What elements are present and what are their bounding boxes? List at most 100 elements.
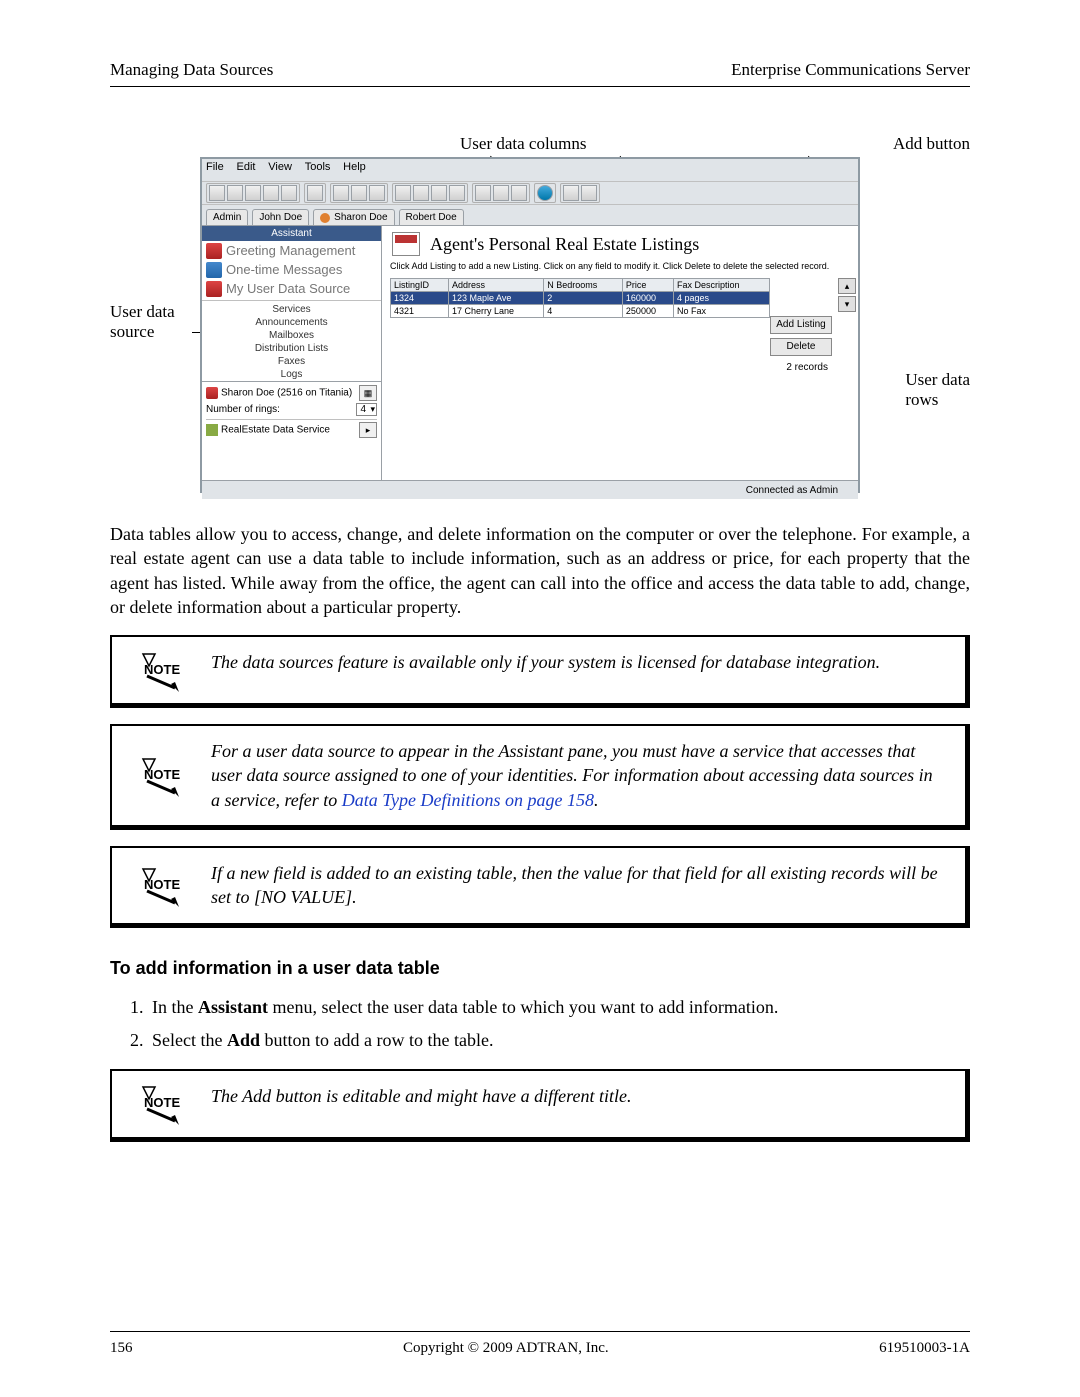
rings-select[interactable]: 4 [356, 403, 377, 416]
callout-user-data-columns: User data columns [460, 134, 587, 154]
listings-icon [392, 232, 420, 256]
note-text: The data sources feature is available on… [111, 636, 969, 707]
menu-file[interactable]: File [206, 161, 224, 173]
footer-service: RealEstate Data Service [221, 425, 330, 436]
link-data-type-definitions[interactable]: Data Type Definitions on page 158 [342, 790, 594, 810]
tab-robert-doe[interactable]: Robert Doe [399, 209, 464, 225]
steps-list: In the Assistant menu, select the user d… [110, 997, 970, 1051]
note-box-add-editable: NOTE The Add button is editable and migh… [110, 1069, 970, 1142]
assistant-nav: Assistant Greeting Management One-time M… [202, 226, 382, 480]
table-row[interactable]: 4321 17 Cherry Lane 4 250000 No Fax [391, 305, 770, 318]
nav-sub-mailboxes[interactable]: Mailboxes [202, 329, 381, 342]
note-icon: NOTE [139, 652, 183, 692]
menu-tools[interactable]: Tools [305, 161, 331, 173]
screenshot-figure: User data source User data columns Add b… [110, 132, 970, 497]
col-fax-description[interactable]: Fax Description [674, 279, 770, 292]
help-icon[interactable] [563, 185, 579, 201]
tab-admin[interactable]: Admin [206, 209, 248, 225]
menubar[interactable]: File Edit View Tools Help [202, 159, 858, 181]
callout-user-data-source: User data source [110, 302, 175, 343]
note-box-license: NOTE The data sources feature is availab… [110, 635, 970, 708]
identity-tabs: Admin John Doe Sharon Doe Robert Doe [202, 205, 858, 225]
footer-copyright: Copyright © 2009 ADTRAN, Inc. [403, 1340, 609, 1357]
toolbar-icon[interactable] [333, 185, 349, 201]
nav-item-one-time-messages[interactable]: One-time Messages [202, 260, 381, 279]
greeting-icon [206, 243, 222, 259]
note-text: For a user data source to appear in the … [111, 725, 969, 829]
nav-footer: Sharon Doe (2516 on Titania) ▦ Number of … [202, 381, 381, 441]
note-icon: NOTE [139, 757, 183, 797]
col-address[interactable]: Address [448, 279, 543, 292]
globe-icon[interactable] [537, 185, 553, 201]
forward-icon[interactable] [493, 185, 509, 201]
toolbar-icon[interactable] [263, 185, 279, 201]
note-box-new-field: NOTE If a new field is added to an exist… [110, 846, 970, 928]
note-text: If a new field is added to an existing t… [111, 847, 969, 927]
message-icon [206, 262, 222, 278]
toolbar-icon[interactable] [245, 185, 261, 201]
footer-page-number: 156 [110, 1340, 133, 1357]
step-1: In the Assistant menu, select the user d… [148, 997, 970, 1018]
toolbar-icon[interactable] [281, 185, 297, 201]
menu-help[interactable]: Help [343, 161, 366, 173]
nav-item-my-user-data-source[interactable]: My User Data Source [202, 279, 381, 298]
col-n-bedrooms[interactable]: N Bedrooms [544, 279, 623, 292]
note-icon: NOTE [139, 1085, 183, 1125]
toolbar-icon[interactable] [351, 185, 367, 201]
nav-heading-assistant: Assistant [202, 226, 381, 241]
nav-sub-logs[interactable]: Logs [202, 368, 381, 381]
table-row[interactable]: 1324 123 Maple Ave 2 160000 4 pages [391, 292, 770, 305]
nav-sub-services[interactable]: Services [202, 303, 381, 316]
col-price[interactable]: Price [622, 279, 673, 292]
nav-sub-distribution-lists[interactable]: Distribution Lists [202, 342, 381, 355]
user-icon [206, 387, 218, 399]
tab-sharon-doe[interactable]: Sharon Doe [313, 209, 394, 225]
menu-edit[interactable]: Edit [237, 161, 256, 173]
toolbar-icon[interactable] [395, 185, 411, 201]
tab-john-doe[interactable]: John Doe [252, 209, 309, 225]
details-title: Agent's Personal Real Estate Listings [430, 234, 850, 255]
add-listing-button[interactable]: Add Listing [770, 316, 832, 334]
note-text: The Add button is editable and might hav… [111, 1070, 969, 1141]
callout-user-data-rows: User data rows [905, 370, 970, 411]
header-right: Enterprise Communications Server [731, 60, 970, 80]
toolbar[interactable] [202, 181, 858, 205]
nav-sub-announcements[interactable]: Announcements [202, 316, 381, 329]
scroll-up-icon[interactable]: ▴ [838, 278, 856, 294]
toolbar-icon[interactable] [307, 185, 323, 201]
status-text: Connected as Admin [746, 485, 838, 496]
toolbar-icon[interactable] [413, 185, 429, 201]
home-icon[interactable] [511, 185, 527, 201]
back-icon[interactable] [475, 185, 491, 201]
nav-sub-faxes[interactable]: Faxes [202, 355, 381, 368]
section-heading: To add information in a user data table [110, 958, 970, 979]
toolbar-icon[interactable] [431, 185, 447, 201]
header-left: Managing Data Sources [110, 60, 273, 80]
app-window: File Edit View Tools Help Admin John Doe… [200, 157, 860, 493]
nav-item-greeting-management[interactable]: Greeting Management [202, 241, 381, 260]
details-hint: Click Add Listing to add a new Listing. … [390, 261, 850, 272]
user-icon [320, 213, 330, 223]
note-box-assistant-pane: NOTE For a user data source to appear in… [110, 724, 970, 830]
identity-button[interactable]: ▦ [359, 385, 377, 401]
delete-button[interactable]: Delete [770, 338, 832, 356]
footer-identity: Sharon Doe (2516 on Titania) [221, 388, 352, 399]
menu-view[interactable]: View [268, 161, 292, 173]
note-icon: NOTE [139, 867, 183, 907]
page-header: Managing Data Sources Enterprise Communi… [110, 60, 970, 87]
scroll-down-icon[interactable]: ▾ [838, 296, 856, 312]
step-2: Select the Add button to add a row to th… [148, 1030, 970, 1051]
body-paragraph-1: Data tables allow you to access, change,… [110, 522, 970, 619]
toolbar-icon[interactable] [449, 185, 465, 201]
toolbar-icon[interactable] [369, 185, 385, 201]
status-bar: Connected as Admin [202, 480, 858, 499]
listings-table[interactable]: ListingID Address N Bedrooms Price Fax D… [390, 278, 770, 318]
help-context-icon[interactable] [581, 185, 597, 201]
rings-label: Number of rings: [206, 404, 280, 415]
toolbar-icon[interactable] [227, 185, 243, 201]
data-source-icon [206, 281, 222, 297]
service-menu-button[interactable]: ▸ [359, 422, 377, 438]
toolbar-icon[interactable] [209, 185, 225, 201]
callout-add-button: Add button [893, 134, 970, 154]
col-listingid[interactable]: ListingID [391, 279, 449, 292]
